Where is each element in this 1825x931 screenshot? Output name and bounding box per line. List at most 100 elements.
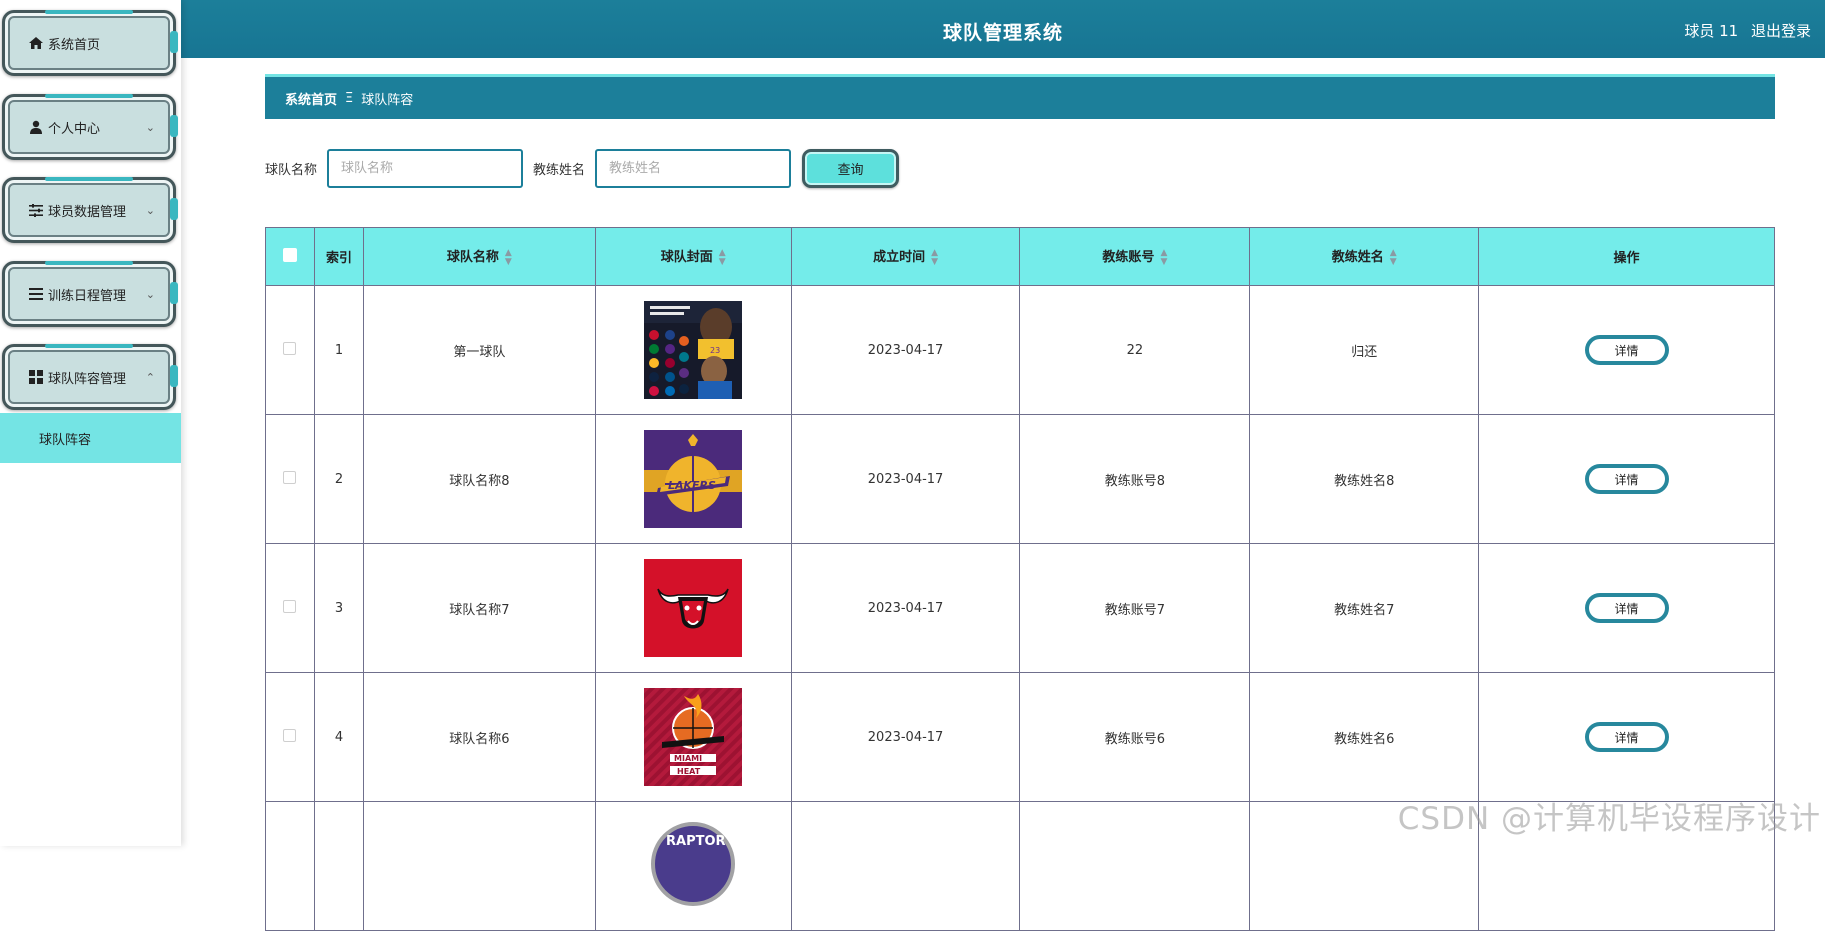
cell-founded: 2023-04-17	[791, 286, 1020, 415]
team-table: 索引 球队名称 ▲▼ 球队封面 ▲▼ 成立时间 ▲▼ 教练账号 ▲▼ 教练姓名▲▼ 操作…	[265, 227, 1775, 931]
cell-founded: 2023-04-17	[791, 673, 1020, 802]
column-header-coach-account[interactable]: 教练账号 ▲▼	[1020, 228, 1250, 286]
cell-team-name: 第一球队	[363, 286, 595, 415]
svg-text:RAPTOR: RAPTOR	[666, 834, 726, 849]
header-label: 球队封面	[661, 250, 713, 265]
list-icon	[27, 288, 45, 300]
sidebar-item-home[interactable]: 系统首页	[2, 10, 176, 76]
cell-coach-name: 教练姓名7	[1250, 544, 1479, 673]
chevron-down-icon: ⌄	[146, 288, 155, 301]
svg-text:HEAT: HEAT	[677, 767, 701, 776]
app-title: 球队管理系统	[181, 18, 1825, 45]
sidebar-item-profile[interactable]: 个人中心 ⌄	[2, 94, 176, 160]
sidebar-item-training-schedule[interactable]: 训练日程管理 ⌄	[2, 261, 176, 327]
breadcrumb-separator: Ξ	[345, 91, 353, 106]
raptors-logo-image: RAPTOR	[644, 815, 742, 913]
table-row: 2 球队名称8 LAKERS 2023-04-17	[266, 415, 1775, 544]
cell-cover: MIAMI HEAT	[595, 673, 791, 802]
user-name: 球员 11	[1684, 22, 1738, 40]
row-checkbox[interactable]	[283, 729, 296, 742]
sort-icon[interactable]: ▲▼	[1160, 249, 1167, 267]
chevron-down-icon: ⌄	[146, 204, 155, 217]
search-bar: 球队名称 教练姓名 查询	[265, 149, 899, 188]
row-checkbox[interactable]	[283, 342, 296, 355]
cell-team-name: 球队名称7	[363, 544, 595, 673]
column-header-team-name[interactable]: 球队名称 ▲▼	[363, 228, 595, 286]
search-button[interactable]: 查询	[802, 149, 899, 188]
sidebar-subitem-team-roster[interactable]: 球队阵容	[0, 413, 181, 463]
detail-button[interactable]: 详情	[1585, 335, 1669, 365]
header-label: 球队名称	[447, 250, 499, 265]
cell-index: 3	[314, 544, 363, 673]
breadcrumb-home[interactable]: 系统首页	[285, 89, 337, 108]
cell-actions: 详情	[1479, 415, 1775, 544]
header-label: 成立时间	[873, 250, 925, 265]
sort-icon[interactable]: ▲▼	[505, 249, 512, 267]
row-select-cell	[266, 286, 315, 415]
sort-icon[interactable]: ▲▼	[1390, 249, 1397, 267]
column-header-founded[interactable]: 成立时间 ▲▼	[791, 228, 1020, 286]
select-all-checkbox[interactable]	[283, 248, 297, 262]
cell-founded	[791, 802, 1020, 931]
coach-name-label: 教练姓名	[533, 159, 585, 178]
cell-coach-name	[1250, 802, 1479, 931]
team-name-label: 球队名称	[265, 159, 317, 178]
row-select-cell	[266, 415, 315, 544]
sidebar: 系统首页 个人中心 ⌄ 球员数据管理 ⌄ 训练日程管理 ⌄ 球队阵容管理 ⌃ 球…	[0, 0, 181, 846]
detail-button[interactable]: 详情	[1585, 593, 1669, 623]
breadcrumb-current: 球队阵容	[361, 89, 413, 108]
table-row: 3 球队名称7 2023-04-17 教练账号7 教练姓名7 详情	[266, 544, 1775, 673]
sidebar-item-label: 个人中心	[48, 118, 100, 137]
cell-actions: 详情	[1479, 673, 1775, 802]
cell-actions	[1479, 802, 1775, 931]
sort-icon[interactable]: ▲▼	[719, 249, 726, 267]
column-header-index: 索引	[314, 228, 363, 286]
sidebar-item-label: 球员数据管理	[48, 201, 126, 220]
bulls-logo-image	[644, 559, 742, 657]
table-row: 4 球队名称6	[266, 673, 1775, 802]
cell-founded: 2023-04-17	[791, 544, 1020, 673]
cell-actions: 详情	[1479, 544, 1775, 673]
sidebar-item-team-roster[interactable]: 球队阵容管理 ⌃	[2, 344, 176, 410]
team-name-input[interactable]	[327, 149, 523, 188]
cell-index: 4	[314, 673, 363, 802]
row-checkbox[interactable]	[283, 600, 296, 613]
cell-coach-account: 22	[1020, 286, 1250, 415]
detail-button[interactable]: 详情	[1585, 464, 1669, 494]
sidebar-item-label: 训练日程管理	[48, 285, 126, 304]
chevron-down-icon: ⌄	[146, 121, 155, 134]
sidebar-item-label: 球队阵容管理	[48, 368, 126, 387]
chevron-up-icon: ⌃	[146, 371, 155, 384]
detail-button[interactable]: 详情	[1585, 722, 1669, 752]
column-header-actions: 操作	[1479, 228, 1775, 286]
row-checkbox[interactable]	[283, 471, 296, 484]
header-label: 教练账号	[1102, 250, 1154, 265]
cell-coach-account: 教练账号7	[1020, 544, 1250, 673]
cell-cover: RAPTOR	[595, 802, 791, 931]
cell-coach-name: 归还	[1250, 286, 1479, 415]
row-select-cell	[266, 544, 315, 673]
logout-link[interactable]: 退出登录	[1751, 22, 1811, 40]
cell-coach-account: 教练账号8	[1020, 415, 1250, 544]
cell-coach-account	[1020, 802, 1250, 931]
home-icon	[27, 36, 45, 50]
column-header-coach-name[interactable]: 教练姓名▲▼	[1250, 228, 1479, 286]
svg-text:LAKERS: LAKERS	[668, 479, 716, 492]
sidebar-item-label: 系统首页	[48, 34, 100, 53]
cell-team-name	[363, 802, 595, 931]
svg-text:23: 23	[710, 346, 720, 355]
table-header-row: 索引 球队名称 ▲▼ 球队封面 ▲▼ 成立时间 ▲▼ 教练账号 ▲▼ 教练姓名▲▼ 操作	[266, 228, 1775, 286]
cell-index: 2	[314, 415, 363, 544]
cell-cover: 23	[595, 286, 791, 415]
sliders-icon	[27, 204, 45, 217]
table-row: RAPTOR	[266, 802, 1775, 931]
sidebar-item-player-data[interactable]: 球员数据管理 ⌄	[2, 177, 176, 243]
column-header-cover[interactable]: 球队封面 ▲▼	[595, 228, 791, 286]
cell-cover	[595, 544, 791, 673]
grid-icon	[27, 370, 45, 384]
sort-icon[interactable]: ▲▼	[931, 249, 938, 267]
coach-name-input[interactable]	[595, 149, 791, 188]
lakers-logo-image: LAKERS	[644, 430, 742, 528]
cell-coach-account: 教练账号6	[1020, 673, 1250, 802]
poster-cover-image: 23	[644, 301, 742, 399]
